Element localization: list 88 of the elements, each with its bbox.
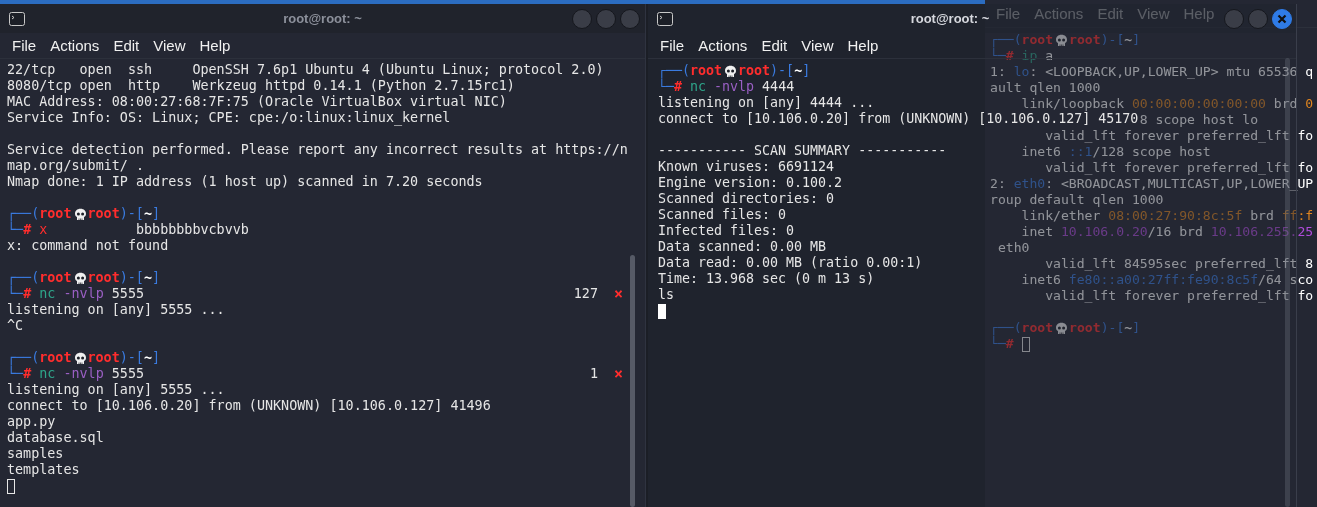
error-mark: × [613, 286, 623, 302]
output-line: map.org/submit/ . [7, 158, 145, 174]
command-line: link/loopback 00:00:00:00:00:00 brd 0 [1020, 96, 1314, 112]
output-line: Engine version: 0.100.2 [658, 175, 843, 191]
prompt-text: ┌──(root [990, 32, 1054, 48]
menu-item[interactable]: Actions [43, 37, 107, 54]
command-line: └─# [990, 336, 1014, 352]
output-line: ^C [7, 318, 24, 334]
command-line: link/ether 08:00:27:90:8c:5f brd ff:f [1020, 208, 1314, 224]
skull-icon [1055, 321, 1069, 335]
error-mark: × [613, 366, 623, 382]
minimize-button[interactable] [572, 8, 592, 29]
menu-item[interactable]: File [5, 37, 44, 54]
output-line: Infected files: 0 [658, 223, 795, 239]
output-line: ----------- SCAN SUMMARY ----------- [658, 143, 947, 159]
prompt-text: ┌──(root [7, 350, 72, 366]
skull-icon [73, 207, 87, 221]
output-line: eth0 [997, 240, 1030, 256]
output-line: Nmap done: 1 IP address (1 host up) scanned in 7.20 seconds [7, 174, 483, 190]
command-line: 2: eth0: <BROADCAST,MULTICAST,UP,LOWER_UP [990, 176, 1314, 192]
command-line: inet6 ::1/128 scope host [1020, 144, 1211, 160]
output-line: Data scanned: 0.00 MB [658, 239, 827, 255]
output-line: listening on [any] 4444 ... [658, 95, 875, 111]
output-line: samples [7, 446, 64, 462]
prompt-text: ┌──(root [7, 270, 72, 286]
prompt-text: ┌──(root [658, 63, 723, 79]
output-line: connect to [10.106.0.20] from (UNKNOWN) [10.106.0.127] 41496 [7, 398, 491, 414]
output-line: Service Info: OS: Linux; CPE: cpe:/o:linux:linux_kernel [7, 110, 451, 126]
menu-item[interactable]: Edit [106, 37, 147, 54]
output-line: MAC Address: 08:00:27:68:7F:75 (Oracle VirtualBox virtual NIC) [7, 94, 507, 110]
output-line: app.py [7, 414, 56, 430]
terminal-icon [9, 11, 25, 26]
menu-item[interactable]: File [653, 37, 692, 54]
output-line: Known viruses: 6691124 [658, 159, 835, 175]
window-title: root@root: ~ [910, 11, 990, 26]
window-title: root@root: ~ [283, 11, 362, 26]
command-line: 1: lo: <LOOPBACK,UP,LOWER_UP> mtu 65536 q [990, 64, 1314, 80]
prompt-text: ┌──(root [990, 320, 1054, 336]
prompt-text: root)-[~] [1069, 320, 1141, 336]
command-line: └─# nc -nvlp 5555 [7, 366, 145, 382]
command-line: inet6 fe80::a00:27ff:fe90:8c5f/64 sco [1020, 272, 1314, 288]
maximize-button[interactable] [596, 8, 616, 29]
terminal-icon [657, 11, 673, 26]
output-line: Scanned directories: 0 [658, 191, 835, 207]
prompt-text: root)-[~] [87, 350, 161, 366]
menu-item[interactable]: Help [840, 37, 886, 54]
output-line: Scanned files: 0 [658, 207, 787, 223]
output-line: ls [658, 287, 674, 303]
skull-icon [1055, 33, 1069, 47]
output-line: roup default qlen 1000 [990, 192, 1164, 208]
output-line: valid_lft 84595sec preferred_lft 8 [1045, 256, 1314, 272]
output-line: valid_lft forever preferred_lft fo [1045, 128, 1314, 144]
menu-item[interactable]: View [146, 37, 193, 54]
output-line: ault qlen 1000 [990, 80, 1101, 96]
output-line: valid_lft forever preferred_lft fo [1045, 160, 1314, 176]
skull-icon [73, 271, 87, 285]
output-line: listening on [any] 5555 ... [7, 302, 225, 318]
prompt-text: ┌──(root [7, 206, 72, 222]
command-line: └─# nc -nvlp 5555 [7, 286, 145, 302]
menu-item[interactable]: Help [192, 37, 238, 54]
prompt-text: root)-[~] [87, 206, 161, 222]
command-line: └─# x bbbbbbbbvcbvvb [7, 222, 249, 238]
output-line: listening on [any] 5555 ... [7, 382, 225, 398]
output-line: valid_lft forever preferred_lft fo [1045, 288, 1314, 304]
skull-icon [724, 64, 738, 78]
prompt-text: root)-[~] [738, 63, 811, 79]
output-line: Data read: 0.00 MB (ratio 0.00:1) [658, 255, 923, 271]
output-line: connect to [10.106.0.20] from (UNKNOWN) [10.106.0.127] 45170 [658, 111, 1139, 127]
output-line: templates [7, 462, 80, 478]
output-line: x: command not found [7, 238, 169, 254]
output-line: database.sql [7, 430, 104, 446]
menu-item[interactable]: Edit [754, 37, 795, 54]
exit-code: 127 [573, 286, 598, 302]
output-line: 8 scope host lo [1139, 112, 1258, 128]
output-line: Service detection performed. Please report any incorrect results at https://n [7, 142, 628, 158]
scrollbar[interactable] [630, 255, 635, 507]
menu-item[interactable]: View [794, 37, 841, 54]
prompt-text: root)-[~] [87, 270, 161, 286]
command-line: └─# nc -nvlp 4444 [658, 79, 795, 95]
menu-item[interactable]: Actions [691, 37, 755, 54]
output-line: 8080/tcp open http Werkzeug httpd 0.14.1 (Python 2.7.15rc1) [7, 78, 515, 94]
close-icon [1277, 13, 1287, 24]
skull-icon [73, 351, 87, 365]
output-line: Time: 13.968 sec (0 m 13 s) [658, 271, 875, 287]
exit-code: 1 [589, 366, 598, 382]
output-line: 22/tcp open ssh OpenSSH 7.6p1 Ubuntu 4 (Ubuntu Linux; protocol 2.0) [7, 62, 604, 78]
command-line: inet 10.106.0.20/16 brd 10.106.255.25 [1020, 224, 1314, 240]
prompt-text: root)-[~] [1069, 32, 1141, 48]
